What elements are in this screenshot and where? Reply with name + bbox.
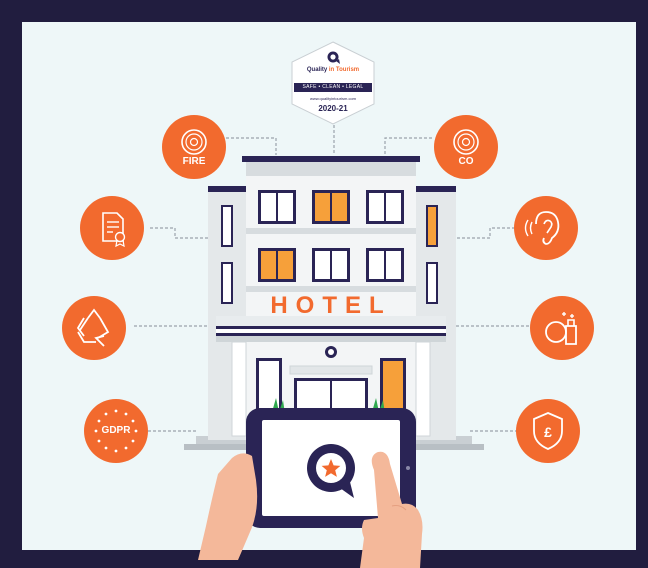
hotel-sign: HOTEL (270, 292, 392, 319)
recycle-icon (62, 296, 126, 360)
windows-row-1 (258, 190, 404, 224)
fire-alarm-icon: FIRE (162, 115, 226, 179)
hearing-loop-icon (514, 196, 578, 260)
badge-brand-highlight: in Tourism (328, 67, 360, 73)
gdpr-label: GDPR (101, 425, 131, 436)
badge-hexagon (291, 41, 375, 125)
co-detector-icon: CO (434, 115, 498, 179)
fire-label: FIRE (182, 156, 206, 167)
badge-year: 2020-21 (318, 104, 348, 113)
quality-badge: Quality in Tourism SAFE • CLEAN • LEGAL … (288, 40, 378, 126)
co-label: CO (458, 156, 474, 167)
windows-row-2 (258, 248, 404, 282)
cleaning-products-icon (530, 296, 594, 360)
gdpr-icon: GDPR (84, 399, 148, 463)
svg-text:£: £ (544, 424, 552, 440)
badge-url: www.qualityintourism.com (309, 96, 356, 101)
badge-tagline: SAFE • CLEAN • LEGAL (302, 84, 364, 90)
pound-shield-icon: £ (516, 399, 580, 463)
badge-brand-prefix: Quality (306, 67, 328, 73)
certificate-icon (80, 196, 144, 260)
